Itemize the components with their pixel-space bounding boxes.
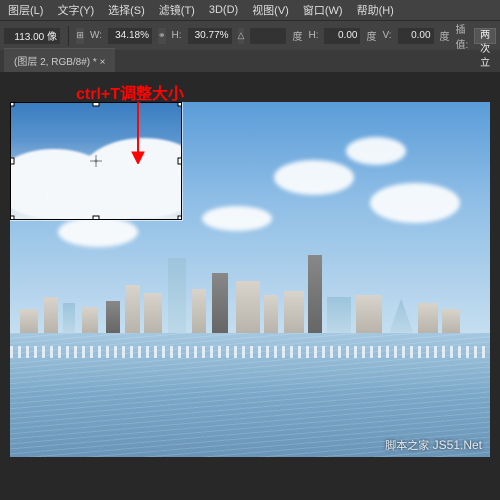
options-bar: ⊞ W: ⚭ H: △ 度 H: 度 V: 度 插值: 两次立 <box>0 20 500 50</box>
deg-label-3: 度 <box>440 28 450 43</box>
menu-filter[interactable]: 滤镜(T) <box>159 2 195 18</box>
transform-handle-tc[interactable] <box>93 102 100 107</box>
menu-layer[interactable]: 图层(L) <box>8 2 43 18</box>
deg-label-2: 度 <box>366 28 376 43</box>
transform-handle-bc[interactable] <box>93 216 100 221</box>
zoom-input[interactable] <box>4 28 60 44</box>
document-canvas[interactable]: 脚本之家 JS51.Net <box>10 102 490 457</box>
menu-3d[interactable]: 3D(D) <box>209 4 238 16</box>
deg-label-1: 度 <box>292 28 302 43</box>
transform-handle-mr[interactable] <box>178 158 183 165</box>
skew-v-input[interactable] <box>398 28 434 44</box>
canvas-area: ctrl+T调整大小 <box>0 72 500 500</box>
skew-h-input[interactable] <box>324 28 360 44</box>
skew-h-label: H: <box>308 30 318 41</box>
document-tab[interactable]: (图层 2, RGB/8#) * × <box>4 48 115 72</box>
angle-icon: △ <box>238 28 245 44</box>
free-transform-box[interactable] <box>10 102 182 220</box>
interp-label: 插值: <box>456 21 469 51</box>
skew-v-label: V: <box>382 30 391 41</box>
width-label: W: <box>90 30 102 41</box>
height-input[interactable] <box>188 28 232 44</box>
interpolation-dropdown[interactable]: 两次立 <box>474 28 496 44</box>
main-menu: 图层(L) 文字(Y) 选择(S) 滤镜(T) 3D(D) 视图(V) 窗口(W… <box>0 0 500 20</box>
reference-point-icon[interactable]: ⊞ <box>76 28 84 44</box>
menu-window[interactable]: 窗口(W) <box>303 2 343 18</box>
boats <box>10 346 490 358</box>
transform-handle-tl[interactable] <box>10 102 15 107</box>
tutorial-annotation: ctrl+T调整大小 <box>76 80 184 104</box>
watermark: 脚本之家 JS51.Net <box>385 437 482 453</box>
width-input[interactable] <box>108 28 152 44</box>
transform-handle-br[interactable] <box>178 216 183 221</box>
annotation-arrow <box>128 102 148 169</box>
transform-handle-ml[interactable] <box>10 158 15 165</box>
skyline <box>10 332 490 333</box>
menu-help[interactable]: 帮助(H) <box>357 2 394 18</box>
rotate-input[interactable] <box>250 28 286 44</box>
height-label: H: <box>172 30 182 41</box>
menu-view[interactable]: 视图(V) <box>252 2 289 18</box>
menu-type[interactable]: 文字(Y) <box>57 2 94 18</box>
menu-select[interactable]: 选择(S) <box>108 2 145 18</box>
link-icon[interactable]: ⚭ <box>158 28 166 44</box>
transform-handle-bl[interactable] <box>10 216 15 221</box>
document-tabs: (图层 2, RGB/8#) * × <box>0 50 500 72</box>
